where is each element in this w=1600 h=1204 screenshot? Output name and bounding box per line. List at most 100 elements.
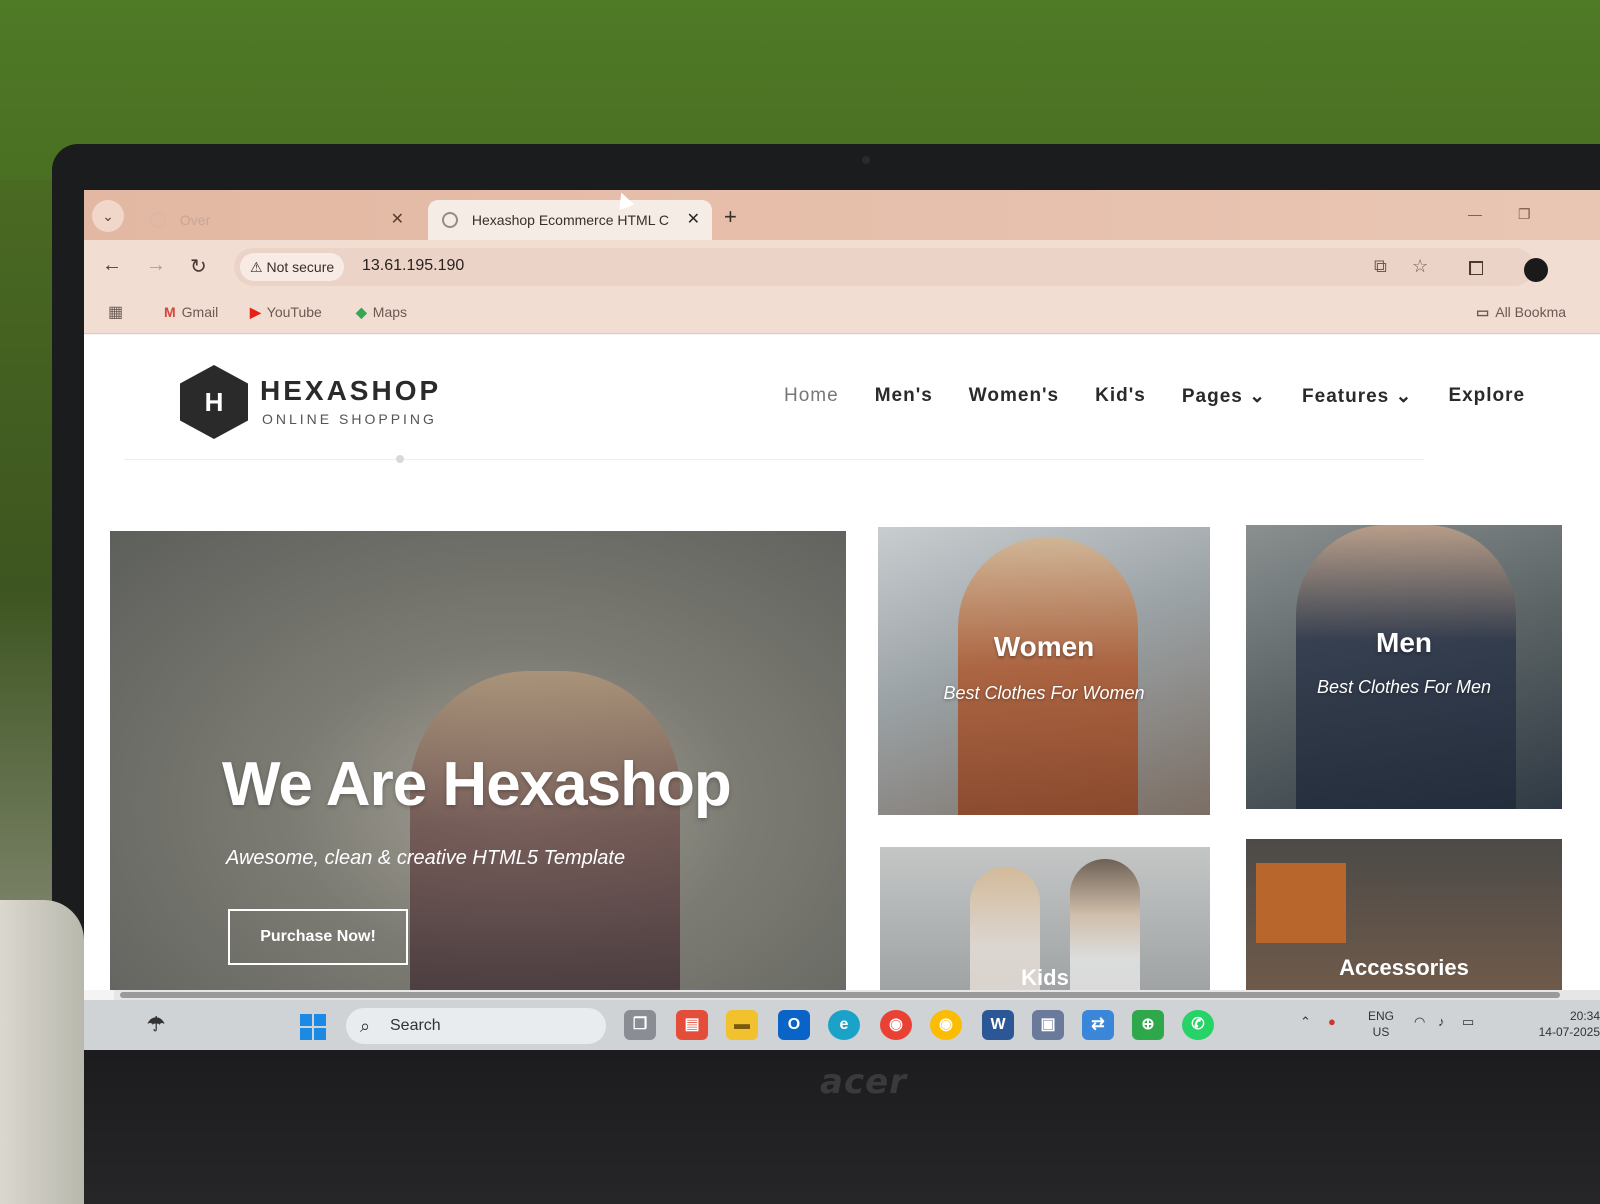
clock-time: 20:34	[1569, 1009, 1600, 1023]
input-language[interactable]: ENG US	[1368, 1008, 1394, 1040]
bookmark-gmail[interactable]: M Gmail	[164, 304, 218, 320]
start-tile	[314, 1014, 326, 1026]
bookmark-label: Maps	[372, 304, 408, 320]
card-title: Women	[993, 631, 1095, 662]
language-code: ENG	[1368, 1009, 1395, 1023]
reload-icon[interactable]: ↻	[190, 254, 207, 279]
card-title: Accessories	[1339, 955, 1469, 980]
microsoft-store-icon[interactable]: ▤	[676, 1010, 708, 1040]
category-card-women[interactable]: Women Best Clothes For Women	[878, 527, 1210, 815]
new-tab-button[interactable]: +	[724, 204, 737, 230]
category-card-accessories[interactable]: Accessories	[1246, 839, 1562, 990]
clock-date: 14-07-2025	[1538, 1025, 1600, 1039]
nav-features-dropdown[interactable]: Features ⌄	[1302, 385, 1412, 408]
browser-toolbar: ← → ↻ ⚠ Not secure 13.61.195.190 ⧉ ☆ ⧠	[84, 240, 1600, 294]
tab-title: Over	[179, 212, 211, 228]
network-app-icon[interactable]: ⇄	[1082, 1010, 1114, 1040]
security-label: Not secure	[266, 259, 335, 275]
all-bookmarks-label: All Bookma	[1495, 304, 1567, 320]
chrome-icon[interactable]: ◉	[880, 1010, 912, 1040]
apps-grid-icon[interactable]: ▦	[108, 302, 123, 322]
horizontal-scrollbar[interactable]	[114, 990, 1600, 1000]
tab-search-button[interactable]: ⌄	[92, 200, 124, 232]
battery-icon[interactable]: ▭	[1462, 1014, 1474, 1030]
security-chip[interactable]: ⚠ Not secure	[240, 253, 345, 281]
tab-close-icon[interactable]: ✕	[391, 200, 404, 240]
bookmark-label: Gmail	[181, 304, 219, 320]
laptop-brand-logo: acer	[820, 1062, 907, 1102]
bookmark-maps[interactable]: ◆ Maps	[356, 304, 407, 321]
profile-avatar[interactable]	[1524, 258, 1548, 282]
folder-icon: ▭	[1476, 304, 1490, 320]
address-bar[interactable]: ⚠ Not secure 13.61.195.190 ⧉ ☆	[234, 248, 1534, 286]
scrollbar-thumb[interactable]	[120, 992, 1560, 998]
nav-home[interactable]: Home	[784, 385, 839, 408]
main-navigation: Home Men's Women's Kid's Pages ⌄ Feature…	[784, 385, 1525, 408]
task-view-icon[interactable]: ❐	[624, 1010, 656, 1040]
warning-triangle-icon: ⚠	[250, 259, 267, 275]
hero-model-image	[410, 671, 680, 990]
card-title: Kids	[1021, 965, 1069, 990]
hero-subtitle: Awesome, clean & creative HTML5 Template	[226, 847, 626, 869]
url-text[interactable]: 13.61.195.190	[362, 257, 464, 275]
word-icon[interactable]: W	[982, 1010, 1014, 1040]
wifi-icon[interactable]: ◠	[1414, 1014, 1425, 1030]
extensions-icon[interactable]: ⧠	[1468, 258, 1484, 281]
nav-kids[interactable]: Kid's	[1095, 385, 1146, 408]
windows-taskbar: ☂ ⌕ Search ❐ ▤ ▬ O e ◉ ◉ W ▣ ⇄ ⊕ ✆ ⌃ ● E…	[84, 1000, 1600, 1050]
brand-name[interactable]: HEXASHOP	[260, 375, 441, 407]
edge-icon[interactable]: e	[828, 1010, 860, 1040]
minimize-icon[interactable]: —	[1468, 206, 1482, 222]
web-page: H HEXASHOP ONLINE SHOPPING Home Men's Wo…	[84, 335, 1600, 990]
tab-title: Hexashop Ecommerce HTML C	[471, 212, 669, 228]
file-explorer-icon[interactable]: ▬	[726, 1010, 758, 1040]
tab-close-icon[interactable]: ✕	[687, 200, 700, 240]
hexashop-logo-icon[interactable]: H	[180, 365, 248, 439]
nav-explore[interactable]: Explore	[1448, 385, 1525, 408]
maximize-icon[interactable]: ❐	[1518, 206, 1531, 223]
all-bookmarks-folder[interactable]: ▭ All Bookma	[1476, 304, 1566, 321]
photographer-hand	[0, 900, 84, 1204]
webcam	[862, 156, 870, 164]
weather-widget-icon[interactable]: ☂	[140, 1010, 172, 1040]
purchase-now-button[interactable]: Purchase Now!	[228, 909, 408, 965]
tray-overflow-chevron-icon[interactable]: ⌃	[1300, 1014, 1311, 1030]
card-subtitle: Best Clothes For Men	[1316, 677, 1492, 697]
bookmark-label: YouTube	[266, 304, 322, 320]
bookmark-star-icon[interactable]: ☆	[1412, 256, 1428, 277]
hero-banner: We Are Hexashop Awesome, clean & creativ…	[110, 531, 846, 990]
card-subtitle: Best Clothes For Women	[943, 683, 1145, 703]
nav-womens[interactable]: Women's	[969, 385, 1059, 408]
forward-arrow-icon[interactable]: →	[146, 254, 166, 277]
header-dot	[396, 455, 404, 463]
men-model-image	[1296, 525, 1516, 809]
bookmark-youtube[interactable]: ▶ YouTube	[250, 304, 322, 321]
site-header: H HEXASHOP ONLINE SHOPPING Home Men's Wo…	[84, 335, 1600, 465]
taskbar-search-box[interactable]: ⌕ Search	[346, 1008, 606, 1044]
translate-icon[interactable]: ⧉	[1374, 256, 1387, 277]
vpn-lock-icon[interactable]: ⊕	[1132, 1010, 1164, 1040]
card-title: Men	[1376, 627, 1432, 658]
tray-antivirus-icon[interactable]: ●	[1328, 1014, 1336, 1029]
category-card-kids[interactable]: Kids	[880, 847, 1210, 990]
browser-tab-active[interactable]: Hexashop Ecommerce HTML C ✕	[428, 200, 712, 240]
nav-pages-dropdown[interactable]: Pages ⌄	[1182, 385, 1266, 408]
browser-tab-inactive[interactable]: Over ✕	[136, 200, 416, 240]
chrome-profile-icon[interactable]: ◉	[930, 1010, 962, 1040]
system-clock[interactable]: 20:34 14-07-2025	[1504, 1008, 1600, 1040]
search-icon: ⌕	[360, 1016, 371, 1036]
remote-desktop-icon[interactable]: ▣	[1032, 1010, 1064, 1040]
whatsapp-icon[interactable]: ✆	[1182, 1010, 1214, 1040]
start-tile	[314, 1028, 326, 1040]
windows-start-icon[interactable]	[300, 1014, 326, 1040]
hero-title: We Are Hexashop	[222, 750, 732, 819]
nav-mens[interactable]: Men's	[875, 385, 933, 408]
volume-icon[interactable]: ♪	[1438, 1014, 1445, 1029]
youtube-icon: ▶	[250, 304, 261, 320]
browser-tab-strip: ⌄ Over ✕ Hexashop Ecommerce HTML C ✕ + —…	[84, 190, 1600, 240]
category-card-men[interactable]: Men Best Clothes For Men	[1246, 525, 1562, 809]
brand-tagline: ONLINE SHOPPING	[262, 411, 437, 427]
start-tile	[300, 1014, 312, 1026]
back-arrow-icon[interactable]: ←	[102, 254, 122, 277]
outlook-icon[interactable]: O	[778, 1010, 810, 1040]
